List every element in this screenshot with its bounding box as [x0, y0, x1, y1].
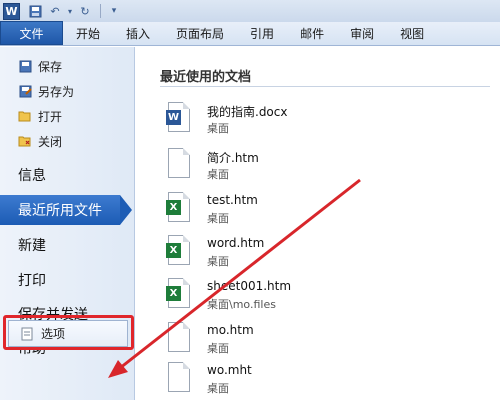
html-document-icon: [166, 148, 192, 180]
save-as-icon: [18, 84, 32, 98]
document-path: 桌面: [207, 342, 229, 355]
excel-document-icon: X: [166, 192, 192, 224]
backstage-cmd-close[interactable]: 关闭: [0, 130, 135, 152]
annotation-highlight-box: [3, 315, 134, 350]
document-name: word.htm: [207, 236, 265, 250]
tab-references[interactable]: 引用: [237, 21, 287, 45]
undo-icon[interactable]: ↶: [46, 2, 64, 20]
close-folder-icon: [18, 134, 32, 148]
html-document-icon: [166, 362, 192, 394]
backstage-item-label: 最近所用文件: [18, 203, 102, 219]
document-name: mo.htm: [207, 323, 254, 337]
recent-document-item[interactable]: W 我的指南.docx 桌面: [160, 100, 490, 144]
tab-review[interactable]: 审阅: [337, 21, 387, 45]
word-document-icon: W: [166, 102, 192, 134]
backstage-cmd-label: 关闭: [38, 134, 63, 149]
backstage-item-info[interactable]: 信息: [0, 160, 135, 190]
divider: [100, 4, 101, 18]
word-app-icon[interactable]: W: [3, 2, 20, 20]
document-name: 简介.htm: [207, 151, 259, 165]
document-path: 桌面: [207, 382, 229, 395]
backstage-cmd-save-as[interactable]: 另存为: [0, 80, 135, 102]
document-path: 桌面: [207, 168, 229, 181]
backstage-cmd-open[interactable]: 打开: [0, 105, 135, 127]
document-path: 桌面: [207, 255, 229, 268]
customize-toolbar-icon[interactable]: ▾: [105, 2, 123, 20]
recent-document-item[interactable]: 简介.htm 桌面: [160, 146, 490, 190]
backstage-item-print[interactable]: 打印: [0, 265, 135, 295]
html-document-icon: [166, 322, 192, 354]
recent-document-item[interactable]: X test.htm 桌面: [160, 190, 490, 234]
document-name: sheet001.htm: [207, 279, 292, 293]
backstage-cmd-save[interactable]: 保存: [0, 55, 135, 77]
chevron-down-icon[interactable]: ▾: [66, 2, 74, 20]
backstage-item-new[interactable]: 新建: [0, 230, 135, 260]
excel-document-icon: X: [166, 235, 192, 267]
document-path: 桌面: [207, 212, 229, 225]
recent-document-item[interactable]: X sheet001.htm 桌面\mo.files: [160, 276, 490, 320]
backstage-cmd-label: 保存: [38, 59, 63, 74]
save-icon[interactable]: [26, 2, 44, 20]
document-name: wo.mht: [207, 363, 252, 377]
save-icon: [18, 59, 32, 73]
tab-page-layout[interactable]: 页面布局: [163, 21, 237, 45]
recent-documents-title: 最近使用的文档: [160, 70, 252, 85]
backstage-cmd-label: 另存为: [38, 84, 75, 99]
backstage-cmd-label: 打开: [38, 109, 63, 124]
recent-document-item[interactable]: wo.mht 桌面: [160, 360, 490, 400]
tab-mailings[interactable]: 邮件: [287, 21, 337, 45]
ribbon-tab-bar: 文件 开始 插入 页面布局 引用 邮件 审阅 视图: [0, 21, 500, 46]
tab-home[interactable]: 开始: [63, 21, 113, 45]
document-path: 桌面\mo.files: [207, 298, 276, 311]
document-name: 我的指南.docx: [207, 105, 288, 119]
document-path: 桌面: [207, 122, 229, 135]
divider: [160, 86, 490, 87]
title-bar: W ↶ ▾ ↻ ▾: [0, 0, 500, 22]
tab-view[interactable]: 视图: [387, 21, 437, 45]
backstage-item-recent[interactable]: 最近所用文件: [0, 195, 132, 225]
document-name: test.htm: [207, 193, 258, 207]
open-folder-icon: [18, 109, 32, 123]
recent-document-item[interactable]: X word.htm 桌面: [160, 233, 490, 277]
recent-document-item[interactable]: mo.htm 桌面: [160, 320, 490, 364]
active-indicator: [120, 195, 132, 225]
excel-document-icon: X: [166, 278, 192, 310]
tab-file[interactable]: 文件: [0, 21, 63, 45]
tab-insert[interactable]: 插入: [113, 21, 163, 45]
redo-icon[interactable]: ↻: [76, 2, 94, 20]
